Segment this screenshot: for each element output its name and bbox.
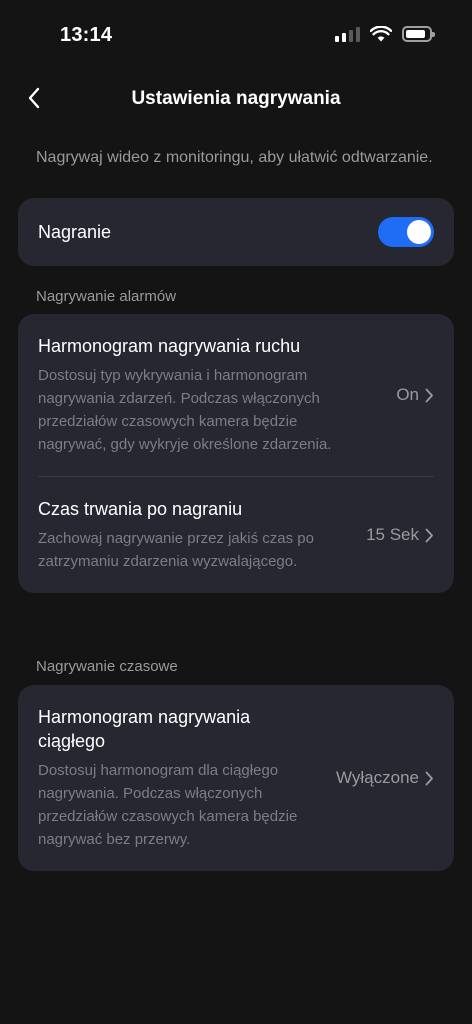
alarm-recording-card: Harmonogram nagrywania ruchu Dostosuj ty… xyxy=(18,314,454,593)
motion-schedule-text: Harmonogram nagrywania ruchu Dostosuj ty… xyxy=(38,334,338,456)
wifi-icon xyxy=(370,26,392,42)
continuous-schedule-row[interactable]: Harmonogram nagrywania ciągłego Dostosuj… xyxy=(18,685,454,871)
cellular-signal-icon xyxy=(335,26,360,42)
post-recording-duration-description: Zachowaj nagrywanie przez jakiś czas po … xyxy=(38,530,314,570)
continuous-schedule-title: Harmonogram nagrywania ciągłego xyxy=(38,707,251,751)
recording-toggle-label: Nagranie xyxy=(38,222,112,242)
chevron-right-icon xyxy=(425,771,433,785)
nav-bar: Ustawienia nagrywania xyxy=(0,70,472,128)
chevron-right-icon xyxy=(425,528,433,542)
status-time: 13:14 xyxy=(60,24,113,46)
timed-recording-card: Harmonogram nagrywania ciągłego Dostosuj… xyxy=(18,685,454,871)
motion-schedule-title: Harmonogram nagrywania ruchu xyxy=(38,336,301,356)
motion-schedule-description: Dostosuj typ wykrywania i harmonogram na… xyxy=(38,367,332,453)
recording-toggle-row: Nagranie xyxy=(18,198,454,266)
alarm-section-label: Nagrywanie alarmów xyxy=(36,288,177,305)
motion-schedule-value-text: On xyxy=(396,385,419,404)
recording-toggle-card: Nagranie xyxy=(18,198,454,266)
motion-schedule-value: On xyxy=(396,385,434,405)
continuous-schedule-value-text: Wyłączone xyxy=(336,768,419,787)
status-icons xyxy=(335,26,435,42)
chevron-right-icon xyxy=(425,388,433,402)
post-recording-duration-row[interactable]: Czas trwania po nagraniu Zachowaj nagryw… xyxy=(18,477,454,593)
recording-settings-screen: 13:14 Ustawienia nagrywania Nagrywaj wid… xyxy=(0,0,472,1024)
recording-toggle[interactable] xyxy=(378,217,434,247)
post-recording-duration-text: Czas trwania po nagraniu Zachowaj nagryw… xyxy=(38,497,338,573)
battery-icon xyxy=(402,26,435,42)
page-title: Ustawienia nagrywania xyxy=(131,88,341,109)
status-bar: 13:14 xyxy=(0,0,472,70)
continuous-schedule-text: Harmonogram nagrywania ciągłego Dostosuj… xyxy=(38,705,298,851)
post-recording-duration-value: 15 Sek xyxy=(366,525,434,545)
intro-text: Nagrywaj wideo z monitoringu, aby ułatwi… xyxy=(36,149,433,166)
post-recording-duration-value-text: 15 Sek xyxy=(366,525,419,544)
timed-section-label: Nagrywanie czasowe xyxy=(36,658,178,675)
continuous-schedule-description: Dostosuj harmonogram dla ciągłego nagryw… xyxy=(38,762,298,848)
continuous-schedule-value: Wyłączone xyxy=(336,768,434,788)
toggle-knob xyxy=(407,220,431,244)
motion-schedule-row[interactable]: Harmonogram nagrywania ruchu Dostosuj ty… xyxy=(18,314,454,476)
post-recording-duration-title: Czas trwania po nagraniu xyxy=(38,499,243,519)
